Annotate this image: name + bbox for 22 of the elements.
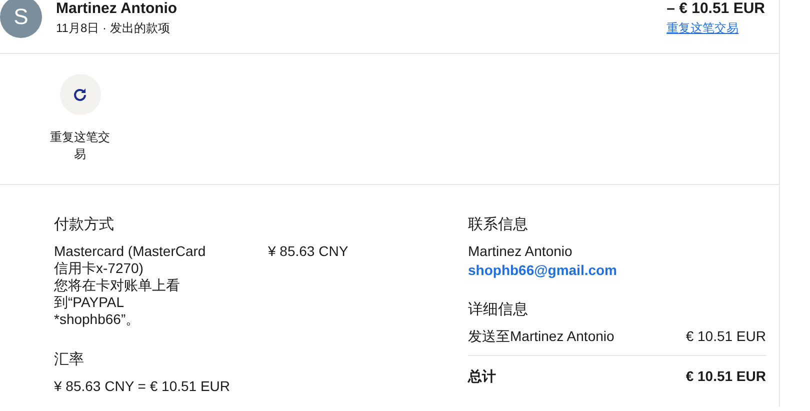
repeat-link[interactable]: 重复这笔交易 <box>666 20 739 37</box>
payment-amount: ¥ 85.63 CNY <box>268 243 348 261</box>
repeat-button[interactable] <box>60 74 100 115</box>
action-label: 重复这笔交易 <box>50 129 110 163</box>
total-value: € 10.51 EUR <box>686 368 766 386</box>
statement-note: 您将在卡对账单上看到“PAYPAL *shophb66”。 <box>54 277 181 328</box>
total-label: 总计 <box>468 368 496 386</box>
contact-name: Martinez Antonio <box>468 243 574 260</box>
transaction-date: 11月8日 · 发出的款项 <box>56 20 171 37</box>
card-name: Mastercard (MasterCard信用卡x-7270) <box>54 243 207 277</box>
refresh-icon <box>72 86 88 102</box>
section-title: 付款方式 <box>54 215 115 234</box>
detail-label: 发送至Martinez Antonio <box>468 328 614 345</box>
section-title: 详细信息 <box>468 300 529 319</box>
detail-value: € 10.51 EUR <box>686 328 766 345</box>
exchange-rate: ¥ 85.63 CNY = € 10.51 EUR <box>54 378 232 395</box>
section-title: 联系信息 <box>468 215 529 234</box>
transaction-amount: – € 10.51 EUR <box>666 0 765 17</box>
email-link[interactable]: shophb66@gmail.com <box>468 260 766 280</box>
contact-name: Martinez Antonio <box>56 0 178 17</box>
section-title: 汇率 <box>54 350 85 369</box>
avatar: S <box>0 0 42 38</box>
